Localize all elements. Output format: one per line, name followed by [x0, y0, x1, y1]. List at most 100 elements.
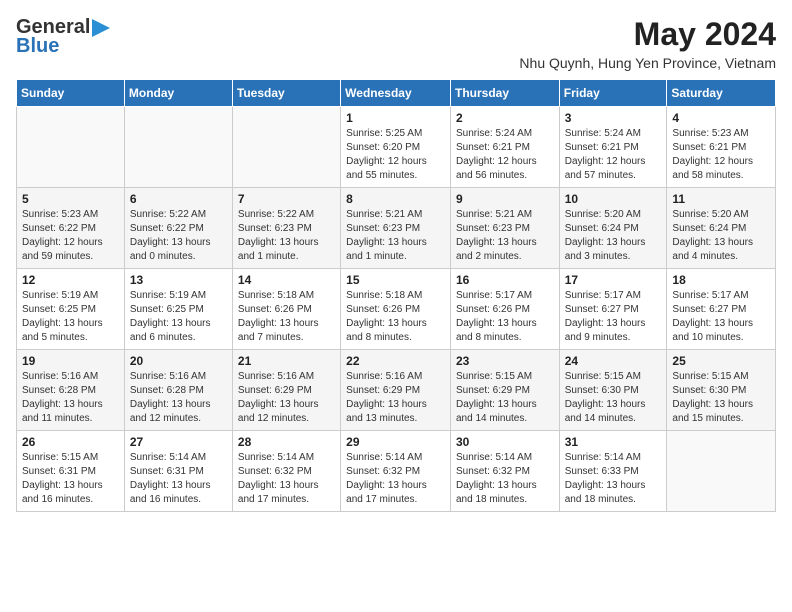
- day-number: 30: [456, 435, 554, 449]
- calendar-cell: 19Sunrise: 5:16 AMSunset: 6:28 PMDayligh…: [17, 350, 125, 431]
- day-number: 22: [346, 354, 445, 368]
- calendar-cell: 22 Sunrise: 5:16 AMSunset: 6:29 PMDayligh…: [341, 350, 451, 431]
- day-info: Sunrise: 5:14 AMSunset: 6:31 PMDaylight:…: [130, 451, 227, 507]
- calendar-week-row: 26 Sunrise: 5:15 AMSunset: 6:31 PMDayligh…: [17, 431, 776, 512]
- day-number: 25: [672, 354, 770, 368]
- weekday-header-wednesday: Wednesday: [341, 80, 451, 107]
- day-number: 26: [22, 435, 119, 449]
- day-info: Sunrise: 5:14 AMSunset: 6:32 PMDaylight:…: [346, 451, 445, 507]
- day-info: Sunrise: 5:14 AMSunset: 6:33 PMDaylight:…: [565, 451, 662, 507]
- day-info: Sunrise: 5:15 AMSunset: 6:30 PMDaylight:…: [672, 370, 770, 426]
- calendar-cell: 31 Sunrise: 5:14 AMSunset: 6:33 PMDayligh…: [559, 431, 667, 512]
- calendar-cell: 14 Sunrise: 5:18 AMSunset: 6:26 PMDayligh…: [232, 269, 340, 350]
- calendar-cell: 26 Sunrise: 5:15 AMSunset: 6:31 PMDayligh…: [17, 431, 125, 512]
- calendar-cell: 16 Sunrise: 5:17 AMSunset: 6:26 PMDayligh…: [450, 269, 559, 350]
- day-info: Sunrise: 5:22 AMSunset: 6:22 PMDaylight:…: [130, 208, 227, 264]
- calendar-cell: 4Sunrise: 5:23 AMSunset: 6:21 PMDaylight…: [667, 107, 776, 188]
- day-number: 27: [130, 435, 227, 449]
- day-info: Sunrise: 5:20 AMSunset: 6:24 PMDaylight:…: [565, 208, 662, 264]
- day-number: 7: [238, 192, 335, 206]
- weekday-header-monday: Monday: [124, 80, 232, 107]
- day-info: Sunrise: 5:15 AMSunset: 6:31 PMDaylight:…: [22, 451, 119, 507]
- page-header: General Blue May 2024 Nhu Quynh, Hung Ye…: [16, 16, 776, 71]
- day-info: Sunrise: 5:15 AMSunset: 6:29 PMDaylight:…: [456, 370, 554, 426]
- calendar-week-row: 12Sunrise: 5:19 AMSunset: 6:25 PMDayligh…: [17, 269, 776, 350]
- day-number: 6: [130, 192, 227, 206]
- calendar-cell: 11 Sunrise: 5:20 AMSunset: 6:24 PMDayligh…: [667, 188, 776, 269]
- calendar-cell: [667, 431, 776, 512]
- calendar-cell: 24 Sunrise: 5:15 AMSunset: 6:30 PMDayligh…: [559, 350, 667, 431]
- calendar-cell: [17, 107, 125, 188]
- day-number: 11: [672, 192, 770, 206]
- day-info: Sunrise: 5:21 AMSunset: 6:23 PMDaylight:…: [346, 208, 445, 264]
- calendar-cell: 20 Sunrise: 5:16 AMSunset: 6:28 PMDayligh…: [124, 350, 232, 431]
- title-block: May 2024 Nhu Quynh, Hung Yen Province, V…: [519, 16, 776, 71]
- calendar-cell: 3Sunrise: 5:24 AMSunset: 6:21 PMDaylight…: [559, 107, 667, 188]
- calendar-cell: 13 Sunrise: 5:19 AMSunset: 6:25 PMDayligh…: [124, 269, 232, 350]
- day-number: 24: [565, 354, 662, 368]
- day-number: 29: [346, 435, 445, 449]
- day-number: 10: [565, 192, 662, 206]
- day-info: Sunrise: 5:15 AMSunset: 6:30 PMDaylight:…: [565, 370, 662, 426]
- logo: General Blue: [16, 16, 112, 58]
- day-info: Sunrise: 5:23 AMSunset: 6:21 PMDaylight:…: [672, 127, 770, 183]
- day-info: Sunrise: 5:20 AMSunset: 6:24 PMDaylight:…: [672, 208, 770, 264]
- day-info: Sunrise: 5:16 AMSunset: 6:28 PMDaylight:…: [22, 370, 119, 426]
- location-subtitle: Nhu Quynh, Hung Yen Province, Vietnam: [519, 55, 776, 71]
- calendar-cell: 2 Sunrise: 5:24 AMSunset: 6:21 PMDaylight…: [450, 107, 559, 188]
- calendar-cell: 18 Sunrise: 5:17 AMSunset: 6:27 PMDayligh…: [667, 269, 776, 350]
- calendar-cell: 12Sunrise: 5:19 AMSunset: 6:25 PMDayligh…: [17, 269, 125, 350]
- calendar-cell: 1Sunrise: 5:25 AMSunset: 6:20 PMDaylight…: [341, 107, 451, 188]
- logo-arrow-icon: [90, 17, 112, 39]
- day-number: 1: [346, 111, 445, 125]
- day-info: Sunrise: 5:21 AMSunset: 6:23 PMDaylight:…: [456, 208, 554, 264]
- calendar-cell: [124, 107, 232, 188]
- day-number: 14: [238, 273, 335, 287]
- day-number: 8: [346, 192, 445, 206]
- day-info: Sunrise: 5:18 AMSunset: 6:26 PMDaylight:…: [346, 289, 445, 345]
- calendar-cell: 17 Sunrise: 5:17 AMSunset: 6:27 PMDayligh…: [559, 269, 667, 350]
- day-info: Sunrise: 5:14 AMSunset: 6:32 PMDaylight:…: [456, 451, 554, 507]
- day-info: Sunrise: 5:16 AMSunset: 6:29 PMDaylight:…: [346, 370, 445, 426]
- calendar-cell: 23 Sunrise: 5:15 AMSunset: 6:29 PMDayligh…: [450, 350, 559, 431]
- calendar-cell: 7Sunrise: 5:22 AMSunset: 6:23 PMDaylight…: [232, 188, 340, 269]
- day-info: Sunrise: 5:17 AMSunset: 6:27 PMDaylight:…: [565, 289, 662, 345]
- day-number: 16: [456, 273, 554, 287]
- weekday-header-friday: Friday: [559, 80, 667, 107]
- calendar-week-row: 19Sunrise: 5:16 AMSunset: 6:28 PMDayligh…: [17, 350, 776, 431]
- weekday-header-row: SundayMondayTuesdayWednesdayThursdayFrid…: [17, 80, 776, 107]
- day-number: 18: [672, 273, 770, 287]
- calendar-cell: 28 Sunrise: 5:14 AMSunset: 6:32 PMDayligh…: [232, 431, 340, 512]
- day-info: Sunrise: 5:19 AMSunset: 6:25 PMDaylight:…: [22, 289, 119, 345]
- day-info: Sunrise: 5:14 AMSunset: 6:32 PMDaylight:…: [238, 451, 335, 507]
- day-info: Sunrise: 5:16 AMSunset: 6:28 PMDaylight:…: [130, 370, 227, 426]
- day-info: Sunrise: 5:17 AMSunset: 6:26 PMDaylight:…: [456, 289, 554, 345]
- day-number: 23: [456, 354, 554, 368]
- logo-blue: Blue: [16, 35, 59, 58]
- day-number: 2: [456, 111, 554, 125]
- day-number: 17: [565, 273, 662, 287]
- day-number: 15: [346, 273, 445, 287]
- calendar-cell: 15 Sunrise: 5:18 AMSunset: 6:26 PMDayligh…: [341, 269, 451, 350]
- day-number: 21: [238, 354, 335, 368]
- logo-text-block: General Blue: [16, 16, 112, 58]
- day-info: Sunrise: 5:19 AMSunset: 6:25 PMDaylight:…: [130, 289, 227, 345]
- day-number: 20: [130, 354, 227, 368]
- calendar-cell: 8 Sunrise: 5:21 AMSunset: 6:23 PMDaylight…: [341, 188, 451, 269]
- weekday-header-thursday: Thursday: [450, 80, 559, 107]
- calendar-cell: 30 Sunrise: 5:14 AMSunset: 6:32 PMDayligh…: [450, 431, 559, 512]
- calendar-cell: 27 Sunrise: 5:14 AMSunset: 6:31 PMDayligh…: [124, 431, 232, 512]
- day-number: 13: [130, 273, 227, 287]
- day-number: 28: [238, 435, 335, 449]
- calendar-cell: 25 Sunrise: 5:15 AMSunset: 6:30 PMDayligh…: [667, 350, 776, 431]
- day-info: Sunrise: 5:24 AMSunset: 6:21 PMDaylight:…: [456, 127, 554, 183]
- day-number: 31: [565, 435, 662, 449]
- weekday-header-sunday: Sunday: [17, 80, 125, 107]
- calendar-cell: [232, 107, 340, 188]
- day-info: Sunrise: 5:17 AMSunset: 6:27 PMDaylight:…: [672, 289, 770, 345]
- month-year-title: May 2024: [519, 16, 776, 53]
- calendar-week-row: 5Sunrise: 5:23 AMSunset: 6:22 PMDaylight…: [17, 188, 776, 269]
- day-info: Sunrise: 5:18 AMSunset: 6:26 PMDaylight:…: [238, 289, 335, 345]
- day-info: Sunrise: 5:23 AMSunset: 6:22 PMDaylight:…: [22, 208, 119, 264]
- calendar-table: SundayMondayTuesdayWednesdayThursdayFrid…: [16, 79, 776, 512]
